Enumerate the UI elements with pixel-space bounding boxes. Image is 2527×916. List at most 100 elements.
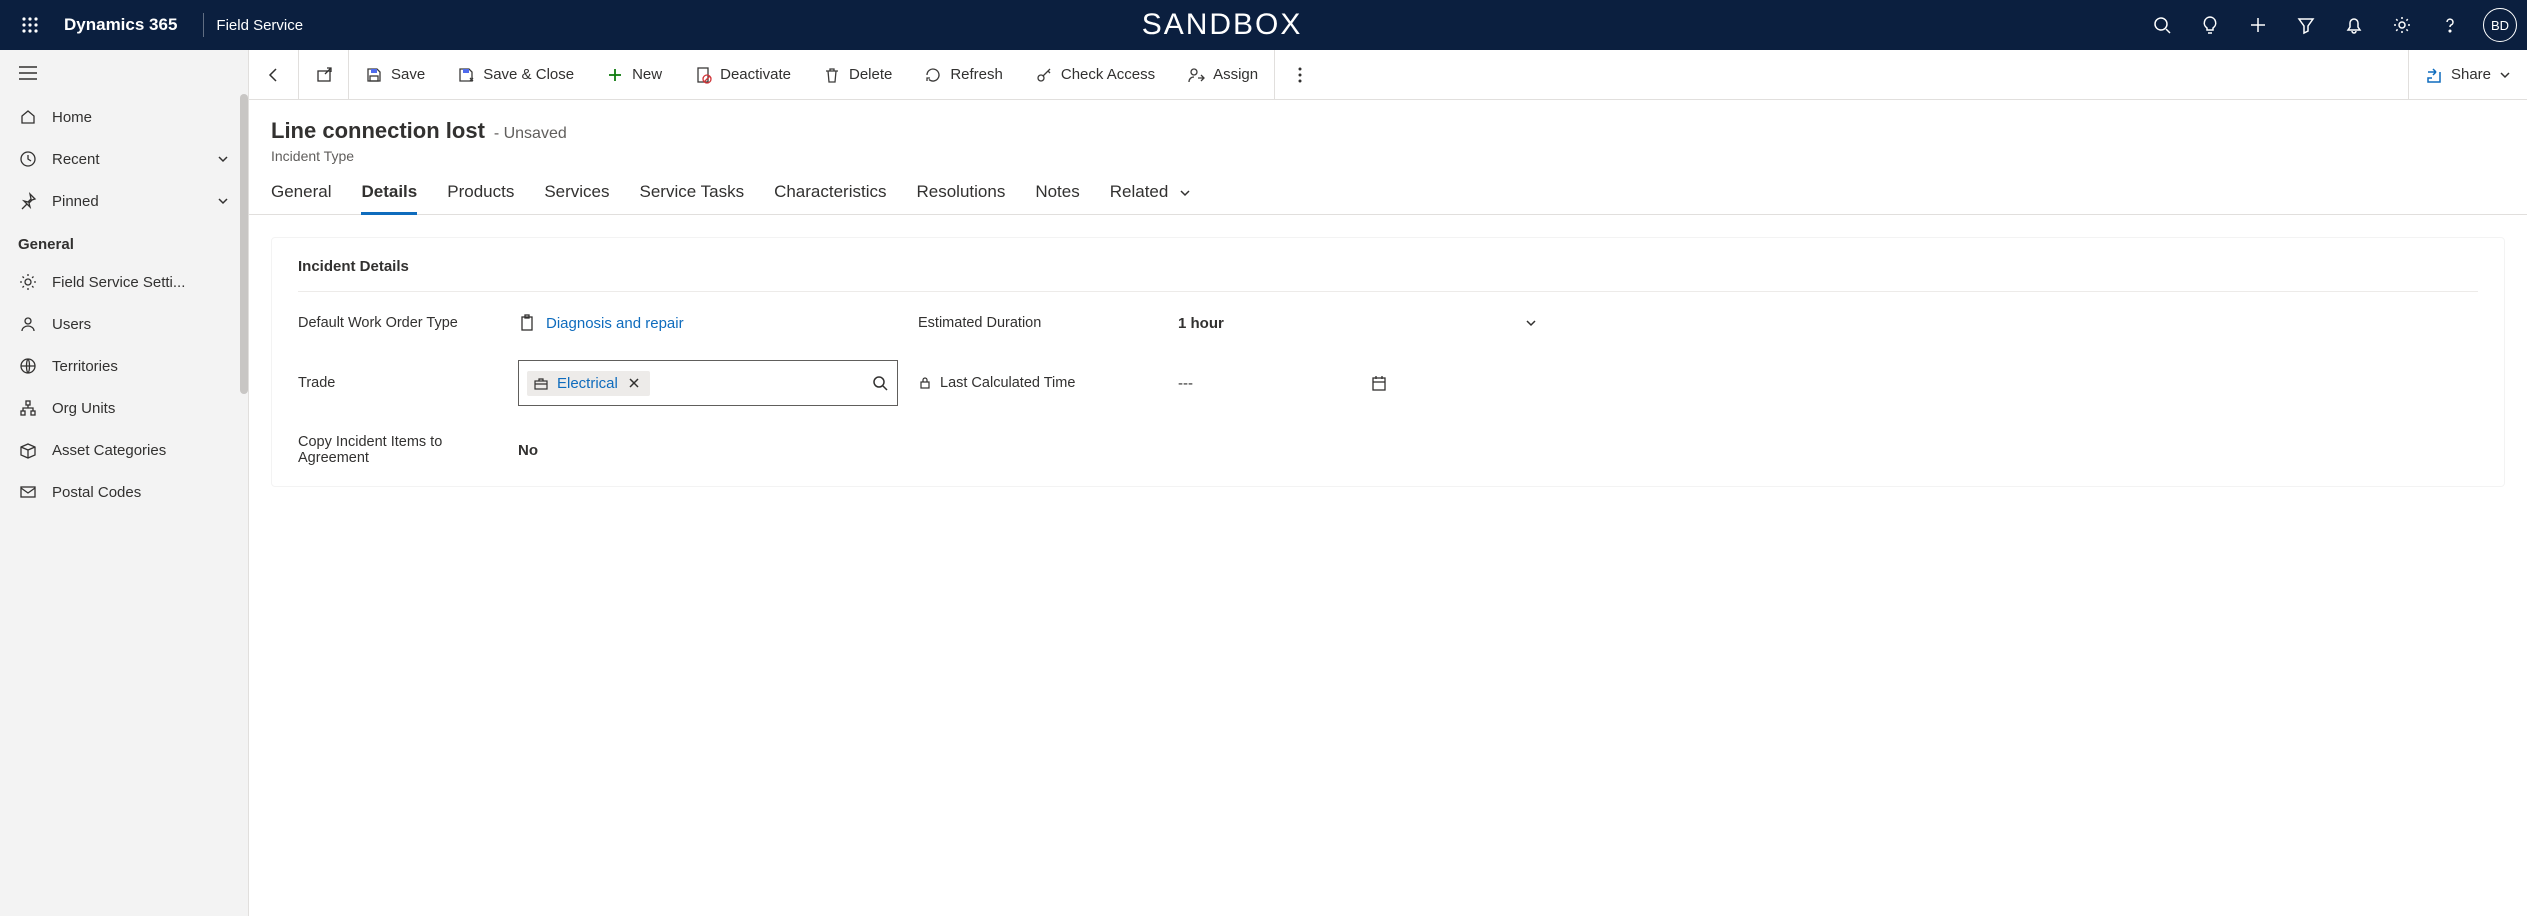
trade-selected-tag[interactable]: Electrical [527, 371, 650, 396]
tab-details[interactable]: Details [361, 182, 417, 214]
tab-related[interactable]: Related [1110, 182, 1191, 214]
sidebar-item-label: Asset Categories [52, 442, 166, 459]
share-button[interactable]: Share [2408, 50, 2527, 100]
sidebar-toggle-icon[interactable] [0, 50, 248, 96]
sidebar-item-label: Users [52, 316, 91, 333]
new-button[interactable]: New [590, 50, 678, 100]
tab-general[interactable]: General [271, 182, 331, 214]
user-avatar[interactable]: BD [2483, 8, 2517, 42]
chevron-down-icon[interactable] [1524, 316, 1538, 330]
divider [203, 13, 204, 37]
incident-details-section: Incident Details Default Work Order Type… [271, 237, 2505, 487]
chevron-down-icon [2499, 69, 2511, 81]
check-access-button[interactable]: Check Access [1019, 50, 1171, 100]
open-in-new-window-button[interactable] [299, 50, 349, 100]
tab-resolutions[interactable]: Resolutions [917, 182, 1006, 214]
save-button[interactable]: Save [349, 50, 441, 100]
share-icon [2425, 66, 2443, 84]
tab-characteristics[interactable]: Characteristics [774, 182, 886, 214]
record-title: Line connection lost [271, 118, 485, 143]
app-launcher-icon[interactable] [10, 5, 50, 45]
estimated-duration-field[interactable]: 1 hour [1178, 315, 1538, 332]
sidebar-item-label: Postal Codes [52, 484, 141, 501]
button-label: Check Access [1061, 66, 1155, 83]
lookup-search-icon[interactable] [871, 374, 889, 392]
remove-tag-icon[interactable] [626, 377, 642, 389]
back-button[interactable] [249, 50, 299, 100]
trade-lookup-field[interactable]: Electrical [518, 360, 898, 406]
assign-icon [1187, 66, 1205, 84]
save-close-icon [457, 66, 475, 84]
calendar-icon[interactable] [1370, 374, 1388, 392]
help-icon[interactable] [2429, 4, 2471, 46]
button-label: New [632, 66, 662, 83]
add-icon[interactable] [2237, 4, 2279, 46]
sidebar-item-recent[interactable]: Recent [0, 138, 248, 180]
sidebar-item-label: Territories [52, 358, 118, 375]
default-work-order-type-value[interactable]: Diagnosis and repair [518, 314, 898, 332]
save-and-close-button[interactable]: Save & Close [441, 50, 590, 100]
lookup-link-text: Diagnosis and repair [546, 315, 684, 332]
sidebar-item-field-service-settings[interactable]: Field Service Setti... [0, 261, 248, 303]
deactivate-icon [694, 66, 712, 84]
section-title: Incident Details [298, 258, 2478, 292]
deactivate-button[interactable]: Deactivate [678, 50, 807, 100]
tab-services[interactable]: Services [544, 182, 609, 214]
lightbulb-icon[interactable] [2189, 4, 2231, 46]
lock-icon [918, 376, 932, 390]
tab-label: Related [1110, 182, 1169, 201]
gear-icon[interactable] [2381, 4, 2423, 46]
form-tabs: General Details Products Services Servic… [249, 164, 2527, 215]
sidebar-item-label: Recent [52, 151, 100, 168]
trade-label: Trade [298, 375, 498, 391]
person-icon [18, 315, 38, 333]
box-icon [18, 441, 38, 459]
product-name[interactable]: Dynamics 365 [50, 15, 191, 35]
overflow-menu-button[interactable] [1274, 50, 1324, 100]
search-icon[interactable] [2141, 4, 2183, 46]
button-label: Save & Close [483, 66, 574, 83]
sidebar-item-pinned[interactable]: Pinned [0, 180, 248, 222]
button-label: Share [2451, 66, 2491, 83]
sidebar-item-home[interactable]: Home [0, 96, 248, 138]
sidebar-item-label: Pinned [52, 193, 99, 210]
clipboard-icon [518, 314, 536, 332]
delete-button[interactable]: Delete [807, 50, 908, 100]
tab-notes[interactable]: Notes [1035, 182, 1079, 214]
estimated-duration-label: Estimated Duration [918, 315, 1158, 331]
trash-icon [823, 66, 841, 84]
home-icon [18, 108, 38, 126]
record-header: Line connection lost - Unsaved Incident … [249, 100, 2527, 164]
clock-icon [18, 150, 38, 168]
copy-incident-items-value[interactable]: No [518, 442, 898, 459]
button-label: Assign [1213, 66, 1258, 83]
sidebar-item-territories[interactable]: Territories [0, 345, 248, 387]
site-map-sidebar: Home Recent Pinned General Field Service… [0, 50, 249, 916]
app-name[interactable]: Field Service [216, 17, 303, 34]
sidebar-item-label: Org Units [52, 400, 115, 417]
sidebar-item-postal-codes[interactable]: Postal Codes [0, 471, 248, 513]
chevron-down-icon [1179, 187, 1191, 199]
bell-icon[interactable] [2333, 4, 2375, 46]
record-status: - Unsaved [489, 125, 566, 142]
sidebar-section-header: General [0, 222, 248, 261]
plus-icon [606, 66, 624, 84]
tab-products[interactable]: Products [447, 182, 514, 214]
sidebar-item-org-units[interactable]: Org Units [0, 387, 248, 429]
assign-button[interactable]: Assign [1171, 50, 1274, 100]
sidebar-item-asset-categories[interactable]: Asset Categories [0, 429, 248, 471]
filter-icon[interactable] [2285, 4, 2327, 46]
sidebar-item-users[interactable]: Users [0, 303, 248, 345]
lookup-tag-text: Electrical [557, 375, 618, 392]
key-icon [1035, 66, 1053, 84]
button-label: Deactivate [720, 66, 791, 83]
sidebar-item-label: Field Service Setti... [52, 274, 185, 291]
button-label: Save [391, 66, 425, 83]
hierarchy-icon [18, 399, 38, 417]
refresh-button[interactable]: Refresh [908, 50, 1019, 100]
mail-icon [18, 483, 38, 501]
sidebar-scrollbar[interactable] [240, 94, 248, 394]
save-icon [365, 66, 383, 84]
sidebar-item-label: Home [52, 109, 92, 126]
tab-service-tasks[interactable]: Service Tasks [640, 182, 745, 214]
